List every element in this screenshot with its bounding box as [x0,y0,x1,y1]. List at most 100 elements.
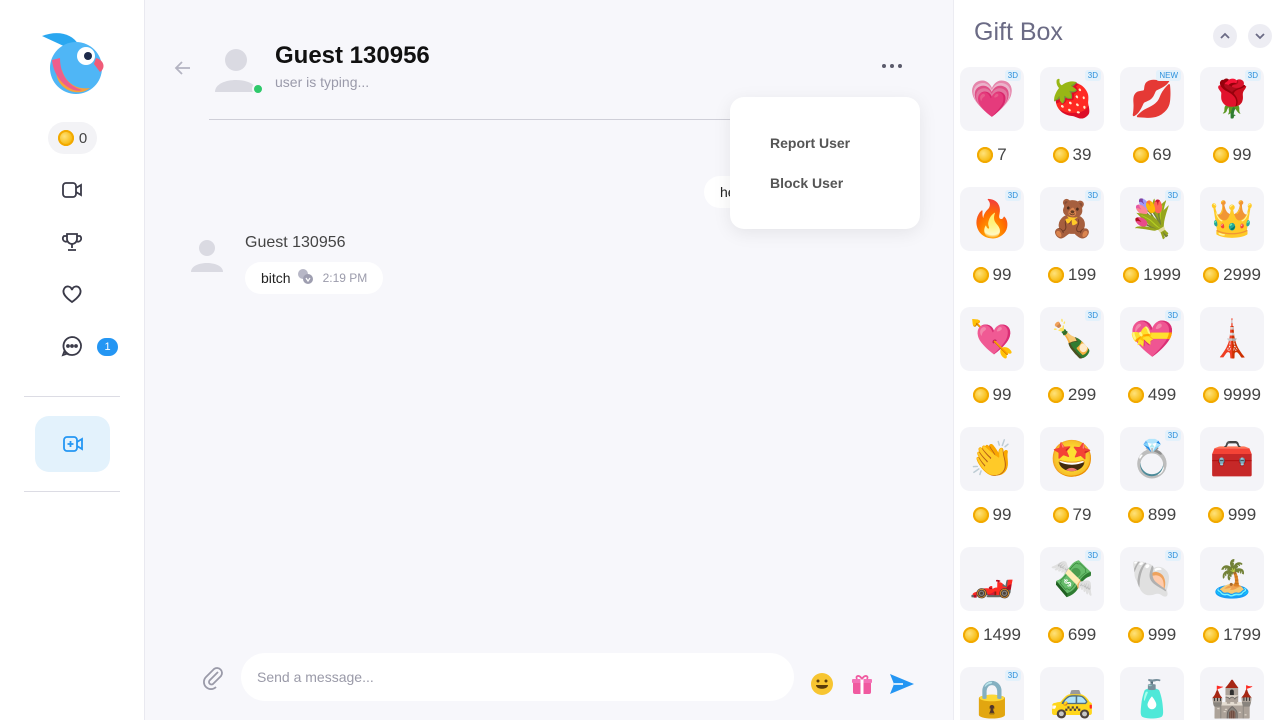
gift-clapping-hands[interactable]: 👏 [960,427,1024,491]
gift-price-value: 299 [1067,385,1097,404]
gift-sports-car[interactable]: 🏎️ [960,547,1024,611]
message-time: 2:19 PM [322,271,368,285]
gift-tag: 3D [1164,430,1181,441]
chevron-up-icon[interactable] [1213,24,1237,48]
gift-price-value: 2999 [1223,265,1261,284]
gift-tag: 3D [1084,70,1101,81]
gift-price: 1999 [1112,263,1192,287]
gift-tag: 3D [1164,550,1181,561]
report-user-menu-item[interactable]: Report User [770,135,850,151]
gift-fire[interactable]: 🔥 3D [960,187,1024,251]
left-nav: 0 1 [0,0,145,720]
gift-price-value: 99 [1232,145,1252,164]
coin-icon [1052,147,1069,163]
gift-price: 99 [954,263,1032,287]
eiffel-tower-icon: 🗼 [1209,318,1255,359]
coin-icon [1207,507,1224,523]
gift-money-stack[interactable]: 💸 3D [1040,547,1104,611]
translate-icon[interactable] [297,268,313,289]
nav-heart-icon[interactable] [58,280,86,308]
coin-icon [972,387,989,403]
options-menu: Report User Block User [730,97,920,229]
unread-badge: 1 [97,338,118,356]
gift-price: 999 [1192,503,1272,527]
gift-heart-gift-box[interactable]: 💝 3D [1120,307,1184,371]
coin-icon [963,627,980,643]
gift-tag: 3D [1084,190,1101,201]
palm-beach-icon: 🏝️ [1209,558,1255,599]
app-logo[interactable] [38,30,108,98]
gift-icon[interactable] [849,671,875,697]
gift-heart-lock[interactable]: 🔒 3D [960,667,1024,720]
nav-chat-bubble-icon[interactable] [58,332,86,360]
coin-icon [1212,147,1229,163]
gift-tag: 3D [1084,550,1101,561]
back-arrow-icon[interactable] [171,56,195,80]
coin-icon [972,507,989,523]
gift-treasure-chest[interactable]: 🧰 [1200,427,1264,491]
gift-price-value: 39 [1072,145,1092,164]
gift-tiara[interactable]: 👑 [1200,187,1264,251]
video-add-icon [62,436,83,452]
gift-box-title: Gift Box [974,18,1063,46]
gift-price-value: 199 [1067,265,1097,284]
chevron-down-icon[interactable] [1248,24,1272,48]
emoji-icon[interactable] [809,671,835,697]
gift-price-value: 99 [992,505,1012,524]
star-struck-icon: 🤩 [1049,438,1095,479]
chat-panel: Guest 130956 user is typing... he Guest … [145,0,953,720]
gift-yellow-car[interactable]: 🚕 [1040,667,1104,720]
gift-teddy-bear[interactable]: 🧸 3D [1040,187,1104,251]
message-avatar [189,236,225,272]
gift-star-struck[interactable]: 🤩 [1040,427,1104,491]
gift-eiffel-tower[interactable]: 🗼 [1200,307,1264,371]
gift-chocolate-strawberry[interactable]: 🍓 3D [1040,67,1104,131]
gift-rose-bouquet[interactable]: 💐 3D [1120,187,1184,251]
gift-perfume[interactable]: 🧴 [1120,667,1184,720]
new-video-call-button[interactable] [35,416,110,472]
gift-palm-beach[interactable]: 🏝️ [1200,547,1264,611]
gift-price: 999 [1112,623,1192,647]
teddy-bear-icon: 🧸 [1049,198,1095,239]
clapping-hands-icon: 👏 [969,438,1015,479]
coin-balance[interactable]: 0 [48,122,97,154]
gift-lips[interactable]: 💋 NEW [1120,67,1184,131]
heart-lock-icon: 🔒 [969,678,1015,719]
gift-heart-arrow[interactable]: 💘 [960,307,1024,371]
gift-price-value: 9999 [1223,385,1261,404]
gift-price: 9999 [1192,383,1272,407]
rose-bouquet-icon: 💐 [1129,198,1175,239]
block-user-menu-item[interactable]: Block User [770,175,843,191]
gift-champagne[interactable]: 🍾 3D [1040,307,1104,371]
gift-rose[interactable]: 🌹 3D [1200,67,1264,131]
message-input[interactable] [241,653,794,701]
typing-status: user is typing... [275,74,370,90]
gift-castle[interactable]: 🏰 [1200,667,1264,720]
coin-icon [1127,627,1144,643]
yellow-car-icon: 🚕 [1049,678,1095,719]
more-options-icon[interactable] [878,56,906,76]
gift-follow-me-heart[interactable]: 💗 3D [960,67,1024,131]
gift-price: 79 [1032,503,1112,527]
gift-tag: NEW [1156,70,1181,81]
paperclip-icon[interactable] [201,664,225,690]
gift-price: 2999 [1192,263,1272,287]
gift-diamond-ring[interactable]: 💍 3D [1120,427,1184,491]
gift-tag: 3D [1084,310,1101,321]
send-icon[interactable] [889,671,915,697]
nav-trophy-icon[interactable] [58,228,86,256]
coin-icon [1132,147,1149,163]
coin-icon [1123,267,1140,283]
gift-price: 499 [1112,383,1192,407]
nav-video-camera-icon[interactable] [58,176,86,204]
gift-pearl-shell[interactable]: 🐚 3D [1120,547,1184,611]
tiara-icon: 👑 [1209,198,1255,239]
coin-icon [1047,387,1064,403]
coin-icon [1203,267,1220,283]
coin-icon [1203,627,1220,643]
gift-price-value: 69 [1152,145,1172,164]
gift-price-value: 7 [997,145,1007,164]
gift-tag: 3D [1004,670,1021,681]
gift-price: 699 [1032,623,1112,647]
coin-icon [972,267,989,283]
